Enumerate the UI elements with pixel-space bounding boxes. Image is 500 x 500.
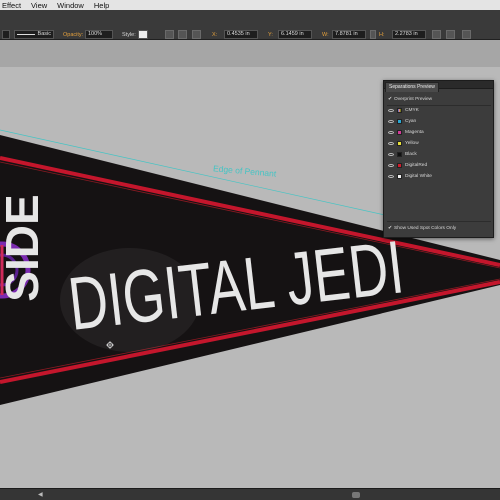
color-swatch: [397, 174, 402, 179]
separation-row-black[interactable]: Black: [388, 152, 417, 157]
separation-row-cyan[interactable]: Cyan: [388, 119, 416, 124]
eye-icon[interactable]: [388, 164, 394, 167]
color-swatch: [397, 141, 402, 146]
separation-row-digitalred[interactable]: DigitalRed: [388, 163, 427, 168]
separation-label: DigitalRed: [405, 163, 428, 168]
pennant-side-text: SIDE: [0, 194, 48, 301]
checkmark-icon: ✔: [388, 226, 393, 231]
status-bar: ◀: [0, 488, 500, 500]
horizontal-scrollbar-thumb[interactable]: [352, 492, 360, 498]
separation-row-digital-white[interactable]: Digital White: [388, 174, 432, 179]
divider: [387, 105, 491, 106]
show-used-spot-colors-label: Show Used Spot Colors Only: [394, 226, 457, 231]
separation-row-magenta[interactable]: Magenta: [388, 130, 424, 135]
eye-icon[interactable]: [388, 175, 394, 178]
pennant-artwork[interactable]: SIDE DIGITAL JEDI: [0, 0, 500, 500]
color-swatch: [397, 152, 402, 157]
panel-tab-separations-preview[interactable]: Separations Preview: [385, 82, 439, 92]
overprint-preview-label: Overprint Preview: [394, 97, 433, 102]
color-swatch: [397, 163, 402, 168]
separation-label: Black: [405, 152, 417, 157]
separation-label: CMYK: [405, 108, 419, 113]
eye-icon[interactable]: [388, 153, 394, 156]
show-used-spot-colors-checkbox[interactable]: ✔ Show Used Spot Colors Only: [388, 226, 456, 231]
artboard-navigation-arrows[interactable]: ◀: [38, 491, 43, 498]
lens-glare: [60, 248, 200, 352]
cmyk-swatch-icon: [397, 108, 402, 113]
separation-label: Magenta: [405, 130, 424, 135]
separations-preview-panel: Separations Preview ✔ Overprint Preview …: [383, 80, 494, 238]
eye-icon[interactable]: [388, 109, 394, 112]
color-swatch: [397, 130, 402, 135]
eye-icon[interactable]: [388, 120, 394, 123]
separation-label: Yellow: [405, 141, 419, 146]
overprint-preview-checkbox[interactable]: ✔ Overprint Preview: [388, 97, 432, 102]
separation-label: Digital White: [405, 174, 432, 179]
eye-icon[interactable]: [388, 142, 394, 145]
separation-row-yellow[interactable]: Yellow: [388, 141, 419, 146]
divider: [387, 221, 491, 222]
separation-label: Cyan: [405, 119, 417, 124]
checkmark-icon: ✔: [388, 97, 393, 102]
color-swatch: [397, 119, 402, 124]
eye-icon[interactable]: [388, 131, 394, 134]
separation-row-cmyk[interactable]: CMYK: [388, 108, 419, 113]
